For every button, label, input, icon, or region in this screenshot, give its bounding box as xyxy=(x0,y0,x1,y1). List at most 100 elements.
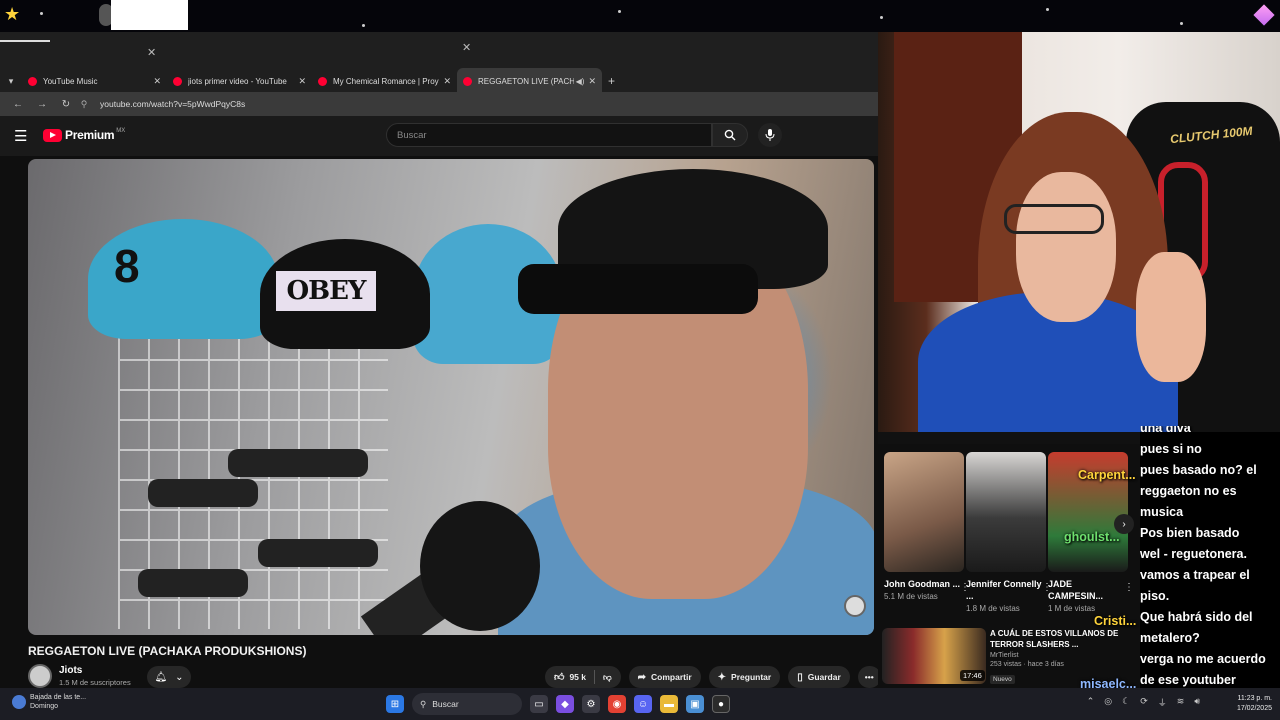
site-info-icon[interactable]: ⚲ xyxy=(78,99,90,110)
copilot-icon[interactable]: ◆ xyxy=(556,695,574,713)
video-card-views: 5.1 M de vistas xyxy=(884,592,938,601)
like-dislike-group: 👍︎ 95 k 👎︎ xyxy=(545,666,621,688)
obs-icon[interactable]: ● xyxy=(712,695,730,713)
recommended-video-card[interactable]: John Goodman ... 5.1 M de vistas ⋮ xyxy=(884,452,970,601)
channel-watermark[interactable] xyxy=(844,595,866,617)
settings-gear-icon[interactable]: ⚙ xyxy=(582,695,600,713)
more-vertical-icon[interactable]: ⋮ xyxy=(1124,582,1134,593)
search-input[interactable]: Buscar xyxy=(386,123,712,147)
tab-my-chemical-romance[interactable]: My Chemical Romance | Proyect ✕ xyxy=(312,68,457,94)
tab-label: My Chemical Romance | Proyect xyxy=(333,76,440,86)
chat-overlay-name: Carpent... xyxy=(1078,468,1136,482)
tab-label: jiots primer video - YouTube xyxy=(188,76,287,86)
weather-widget[interactable]: Bajada de las te... Domingo xyxy=(12,693,86,711)
top-overlay-band: ★ xyxy=(0,0,1280,32)
weather-icon xyxy=(12,695,26,709)
discord-icon[interactable]: ☺ xyxy=(634,695,652,713)
star-dot xyxy=(1180,22,1183,25)
youtube-icon xyxy=(173,76,182,86)
subscriber-count: 1.5 M de suscriptores xyxy=(59,678,131,687)
tab-search-chevron-icon[interactable]: ▾ xyxy=(0,76,22,87)
sync-icon[interactable]: ⟳ xyxy=(1140,696,1148,709)
chat-overlay-name: ghoulst... xyxy=(1064,530,1120,544)
tab-label: YouTube Music xyxy=(43,76,98,86)
chrome-icon[interactable]: ◉ xyxy=(608,695,626,713)
youtube-premium-logo[interactable]: Premium MX xyxy=(43,128,125,142)
chat-message: pues basado no? el reggaeton no es music… xyxy=(1140,463,1257,519)
tabs-row: ▾ YouTube Music ✕ jiots primer video - Y… xyxy=(0,68,878,94)
chevron-up-icon[interactable]: ⌃ xyxy=(1087,696,1095,709)
ask-button[interactable]: ✦ Preguntar xyxy=(708,666,781,688)
channel-name[interactable]: Jiots xyxy=(59,665,131,676)
system-tray: ⌃ ◎ ☾ ⟳ ⏚ ≋ 🔊︎ xyxy=(1087,696,1200,709)
usb-icon[interactable]: ⏚ xyxy=(1158,696,1167,709)
recommended-video-wide[interactable]: 17:46 A CUÁL DE ESTOS VILLANOS DE TERROR… xyxy=(882,628,1138,684)
close-icon[interactable]: ✕ xyxy=(462,41,471,54)
tab-youtube-music[interactable]: YouTube Music ✕ xyxy=(22,68,167,94)
video-thumbnail[interactable] xyxy=(884,452,964,572)
copilot-tray-icon[interactable]: ◎ xyxy=(1104,696,1112,709)
file-explorer-icon[interactable]: ▬ xyxy=(660,695,678,713)
overlay-white-box xyxy=(111,0,188,30)
windows-start-icon[interactable]: ⊞ xyxy=(386,695,404,713)
youtube-music-icon xyxy=(28,76,37,86)
weather-day: Domingo xyxy=(30,703,59,710)
video-scene-glasses xyxy=(228,449,368,477)
weather-text: Bajada de las te... xyxy=(30,694,87,701)
video-card-channel[interactable]: MrTierlist xyxy=(990,652,1136,659)
wifi-icon[interactable]: ≋ xyxy=(1177,696,1185,709)
cam-streamer-hand xyxy=(1136,252,1206,382)
channel-avatar[interactable] xyxy=(28,664,52,688)
reload-icon[interactable]: ↻ xyxy=(54,99,78,110)
close-icon[interactable]: ✕ xyxy=(298,76,306,87)
region-code: MX xyxy=(116,128,126,134)
search-button[interactable] xyxy=(712,123,748,147)
cam-streamer-face xyxy=(1016,172,1116,322)
clock-date: 17/02/2025 xyxy=(1236,705,1272,712)
video-scene-sunglasses xyxy=(518,264,758,314)
speaker-icon[interactable]: ◀) xyxy=(576,77,585,86)
close-icon[interactable]: ✕ xyxy=(147,46,156,59)
video-card-title[interactable]: JADE CAMPESIN... xyxy=(1048,578,1128,602)
chat-message: pues si no xyxy=(1140,442,1202,456)
share-button[interactable]: ➦ Compartir xyxy=(628,666,701,688)
star-dot xyxy=(618,10,621,13)
video-card-title[interactable]: John Goodman ... xyxy=(884,578,964,590)
thumbs-down-icon[interactable]: 👎︎ xyxy=(603,672,612,683)
forward-arrow-icon[interactable]: → xyxy=(30,99,54,110)
chat-message: verga no me acuerdo de ese youtuber xyxy=(1140,652,1266,687)
clock-time: 11:23 p. m. xyxy=(1237,695,1272,702)
thumbs-up-icon[interactable]: 👍︎ xyxy=(554,671,564,683)
save-button[interactable]: ▯ Guardar xyxy=(788,666,850,688)
new-tab-icon[interactable]: + xyxy=(608,74,615,88)
volume-icon[interactable]: 🔊︎ xyxy=(1194,696,1200,709)
hamburger-menu-icon[interactable]: ☰ xyxy=(14,127,27,145)
voice-search-button[interactable] xyxy=(758,123,782,147)
subscription-bell-button[interactable]: 🔔︎ ⌄ xyxy=(147,666,191,688)
tab-reggaeton-live[interactable]: REGGAETON LIVE (PACHAKA ◀) ✕ xyxy=(457,68,602,94)
like-count[interactable]: 95 k xyxy=(569,672,586,682)
new-badge: Nuevo xyxy=(990,675,1015,684)
close-icon[interactable]: ✕ xyxy=(153,76,161,87)
taskbar-search[interactable]: ⚲ Buscar xyxy=(412,693,522,715)
address-bar: ← → ↻ ⚲ youtube.com/watch?v=5pWwdPqyC8s xyxy=(0,92,878,116)
search-icon: ⚲ xyxy=(420,698,427,709)
video-player[interactable]: 8 OBEY xyxy=(28,159,874,635)
task-view-icon[interactable]: ▭ xyxy=(530,695,548,713)
close-icon[interactable]: ✕ xyxy=(443,76,451,87)
youtube-header: ☰ Premium MX Buscar xyxy=(0,116,878,156)
chevron-down-icon: ⌄ xyxy=(175,671,184,683)
recommended-video-card[interactable]: Jennifer Connelly ... 1.8 M de vistas ⋮ xyxy=(966,452,1052,613)
clock[interactable]: 11:23 p. m. 17/02/2025 xyxy=(1237,694,1272,714)
photos-icon[interactable]: ▣ xyxy=(686,695,704,713)
url-field[interactable]: youtube.com/watch?v=5pWwdPqyC8s xyxy=(100,99,245,109)
video-card-title[interactable]: Jennifer Connelly ... xyxy=(966,578,1046,602)
close-icon[interactable]: ✕ xyxy=(588,76,596,87)
back-arrow-icon[interactable]: ← xyxy=(6,99,30,110)
tab-jiots-primer-video[interactable]: jiots primer video - YouTube ✕ xyxy=(167,68,312,94)
moon-icon[interactable]: ☾ xyxy=(1122,696,1130,709)
video-card-title[interactable]: A CUÁL DE ESTOS VILLANOS DE TERROR SLASH… xyxy=(990,628,1136,650)
divider xyxy=(594,670,595,684)
video-scene-glasses xyxy=(148,479,258,507)
video-thumbnail[interactable] xyxy=(966,452,1046,572)
